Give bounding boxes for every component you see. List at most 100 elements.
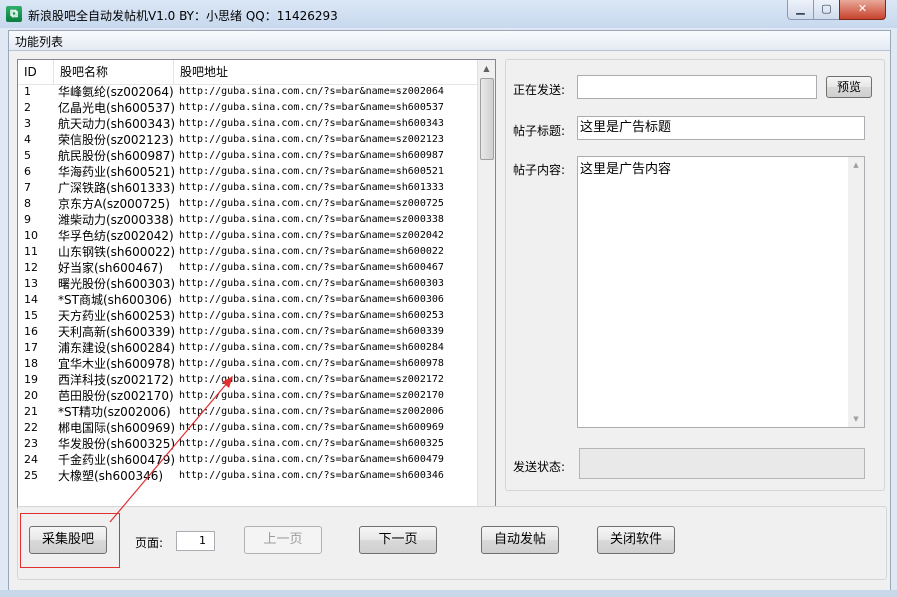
- scroll-thumb[interactable]: [480, 78, 494, 160]
- column-header-url[interactable]: 股吧地址: [174, 60, 478, 84]
- row-id: 7: [24, 181, 31, 194]
- table-row[interactable]: 2 亿晶光电(sh600537) http://guba.sina.com.cn/?…: [18, 100, 478, 116]
- row-id: 9: [24, 213, 31, 226]
- row-bar-name: 京东方A(sz000725): [58, 197, 170, 211]
- column-header-id[interactable]: ID: [18, 60, 54, 84]
- table-row[interactable]: 16 天利高新(sh600339) http://guba.sina.com.cn/…: [18, 324, 478, 340]
- list-rows: 1 华峰氨纶(sz002064) http://guba.sina.com.cn/?…: [18, 84, 478, 484]
- row-bar-name: 大橡塑(sh600346): [58, 469, 164, 483]
- row-id: 18: [24, 357, 38, 370]
- row-bar-url: http://guba.sina.com.cn/?s=bar&name=sh60…: [179, 246, 444, 257]
- list-scrollbar[interactable]: ▲ ▼: [477, 60, 495, 522]
- maximize-button[interactable]: ▢: [813, 0, 840, 20]
- table-row[interactable]: 14 *ST商城(sh600306) http://guba.sina.com.cn…: [18, 292, 478, 308]
- minimize-button[interactable]: ▁: [787, 0, 814, 20]
- row-bar-name: 华孚色纺(sz002042): [58, 229, 174, 243]
- table-row[interactable]: 25 大橡塑(sh600346) http://guba.sina.com.cn/?…: [18, 468, 478, 484]
- row-bar-name: 千金药业(sh600479): [58, 453, 176, 467]
- table-row[interactable]: 15 天方药业(sh600253) http://guba.sina.com.cn/…: [18, 308, 478, 324]
- table-row[interactable]: 1 华峰氨纶(sz002064) http://guba.sina.com.cn/?…: [18, 84, 478, 100]
- preview-button[interactable]: 预览: [826, 76, 872, 98]
- row-bar-name: 西洋科技(sz002172): [58, 373, 174, 387]
- row-bar-url: http://guba.sina.com.cn/?s=bar&name=sh60…: [179, 278, 444, 289]
- row-id: 10: [24, 229, 38, 242]
- row-bar-url: http://guba.sina.com.cn/?s=bar&name=sh60…: [179, 262, 444, 273]
- row-bar-url: http://guba.sina.com.cn/?s=bar&name=sh60…: [179, 150, 444, 161]
- table-row[interactable]: 11 山东钢铁(sh600022) http://guba.sina.com.cn/…: [18, 244, 478, 260]
- row-bar-url: http://guba.sina.com.cn/?s=bar&name=sz00…: [179, 406, 444, 417]
- table-row[interactable]: 9 潍柴动力(sz000338) http://guba.sina.com.cn/?…: [18, 212, 478, 228]
- send-status-field: [579, 448, 865, 479]
- table-row[interactable]: 13 曙光股份(sh600303) http://guba.sina.com.cn/…: [18, 276, 478, 292]
- content-label: 帖子内容:: [513, 163, 566, 177]
- row-bar-name: 广深铁路(sh601333): [58, 181, 176, 195]
- table-row[interactable]: 24 千金药业(sh600479) http://guba.sina.com.cn/…: [18, 452, 478, 468]
- annotation-highlight-box: [20, 513, 120, 568]
- list-header: ID 股吧名称 股吧地址: [18, 60, 478, 85]
- row-id: 13: [24, 277, 38, 290]
- table-row[interactable]: 23 华发股份(sh600325) http://guba.sina.com.cn/…: [18, 436, 478, 452]
- row-bar-name: 潍柴动力(sz000338): [58, 213, 174, 227]
- row-id: 20: [24, 389, 38, 402]
- shopping-bag-icon: ⧉: [6, 6, 22, 22]
- row-bar-url: http://guba.sina.com.cn/?s=bar&name=sh60…: [179, 422, 444, 433]
- menu-item-function-list[interactable]: 功能列表: [15, 33, 63, 50]
- auto-post-button[interactable]: 自动发帖: [481, 526, 559, 554]
- row-id: 3: [24, 117, 31, 130]
- content-scroll-up-icon[interactable]: ▲: [848, 157, 864, 173]
- row-bar-url: http://guba.sina.com.cn/?s=bar&name=sh60…: [179, 310, 444, 321]
- close-app-button[interactable]: 关闭软件: [597, 526, 675, 554]
- row-bar-name: *ST精功(sz002006): [58, 405, 171, 419]
- scroll-up-arrow-icon[interactable]: ▲: [478, 60, 495, 77]
- row-bar-name: 荣信股份(sz002123): [58, 133, 174, 147]
- row-id: 1: [24, 85, 31, 98]
- content-scrollbar[interactable]: ▲ ▼: [848, 157, 864, 427]
- row-bar-name: 浦东建设(sh600284): [58, 341, 176, 355]
- row-bar-url: http://guba.sina.com.cn/?s=bar&name=sh60…: [179, 294, 444, 305]
- table-row[interactable]: 20 芭田股份(sz002170) http://guba.sina.com.cn/…: [18, 388, 478, 404]
- row-id: 14: [24, 293, 38, 306]
- table-row[interactable]: 18 宜华木业(sh600978) http://guba.sina.com.cn/…: [18, 356, 478, 372]
- row-bar-url: http://guba.sina.com.cn/?s=bar&name=sh60…: [179, 342, 444, 353]
- table-row[interactable]: 3 航天动力(sh600343) http://guba.sina.com.cn/?…: [18, 116, 478, 132]
- bar-list[interactable]: ID 股吧名称 股吧地址 1 华峰氨纶(sz002064) http://guba.…: [17, 59, 496, 523]
- post-title-field[interactable]: 这里是广告标题: [577, 116, 865, 140]
- table-row[interactable]: 8 京东方A(sz000725) http://guba.sina.com.cn/?…: [18, 196, 478, 212]
- row-bar-url: http://guba.sina.com.cn/?s=bar&name=sh60…: [179, 182, 444, 193]
- column-header-name[interactable]: 股吧名称: [54, 60, 174, 84]
- table-row[interactable]: 22 郴电国际(sh600969) http://guba.sina.com.cn/…: [18, 420, 478, 436]
- row-bar-name: 华发股份(sh600325): [58, 437, 176, 451]
- row-bar-name: 航民股份(sh600987): [58, 149, 176, 163]
- previous-page-button[interactable]: 上一页: [244, 526, 322, 554]
- table-row[interactable]: 10 华孚色纺(sz002042) http://guba.sina.com.cn/…: [18, 228, 478, 244]
- app-window: ⧉ 新浪股吧全自动发帖机V1.0 BY：小思绪 QQ：11426293 ▁ ▢ …: [0, 0, 897, 597]
- title-bar[interactable]: ⧉ 新浪股吧全自动发帖机V1.0 BY：小思绪 QQ：11426293 ▁ ▢ …: [0, 0, 897, 28]
- close-window-button[interactable]: ✕: [839, 0, 886, 20]
- table-row[interactable]: 19 西洋科技(sz002172) http://guba.sina.com.cn/…: [18, 372, 478, 388]
- table-row[interactable]: 6 华海药业(sh600521) http://guba.sina.com.cn/?…: [18, 164, 478, 180]
- row-id: 24: [24, 453, 38, 466]
- sending-label: 正在发送:: [513, 83, 566, 97]
- row-bar-name: 山东钢铁(sh600022): [58, 245, 176, 259]
- table-row[interactable]: 5 航民股份(sh600987) http://guba.sina.com.cn/?…: [18, 148, 478, 164]
- table-row[interactable]: 4 荣信股份(sz002123) http://guba.sina.com.cn/?…: [18, 132, 478, 148]
- table-row[interactable]: 21 *ST精功(sz002006) http://guba.sina.com.cn…: [18, 404, 478, 420]
- menu-bar: 功能列表: [9, 31, 890, 51]
- row-bar-name: 好当家(sh600467): [58, 261, 164, 275]
- row-bar-url: http://guba.sina.com.cn/?s=bar&name=sz00…: [179, 230, 444, 241]
- row-id: 6: [24, 165, 31, 178]
- row-id: 4: [24, 133, 31, 146]
- row-id: 23: [24, 437, 38, 450]
- table-row[interactable]: 17 浦东建设(sh600284) http://guba.sina.com.cn/…: [18, 340, 478, 356]
- page-number-field[interactable]: 1: [176, 531, 215, 551]
- content-scroll-down-icon[interactable]: ▼: [848, 411, 864, 427]
- post-content-field[interactable]: 这里是广告内容 ▲ ▼: [577, 156, 865, 428]
- row-bar-url: http://guba.sina.com.cn/?s=bar&name=sh60…: [179, 326, 444, 337]
- row-id: 2: [24, 101, 31, 114]
- table-row[interactable]: 12 好当家(sh600467) http://guba.sina.com.cn/?…: [18, 260, 478, 276]
- row-bar-name: 华峰氨纶(sz002064): [58, 85, 174, 99]
- sending-field[interactable]: [577, 75, 817, 99]
- row-bar-url: http://guba.sina.com.cn/?s=bar&name=sz00…: [179, 86, 444, 97]
- table-row[interactable]: 7 广深铁路(sh601333) http://guba.sina.com.cn/?…: [18, 180, 478, 196]
- next-page-button[interactable]: 下一页: [359, 526, 437, 554]
